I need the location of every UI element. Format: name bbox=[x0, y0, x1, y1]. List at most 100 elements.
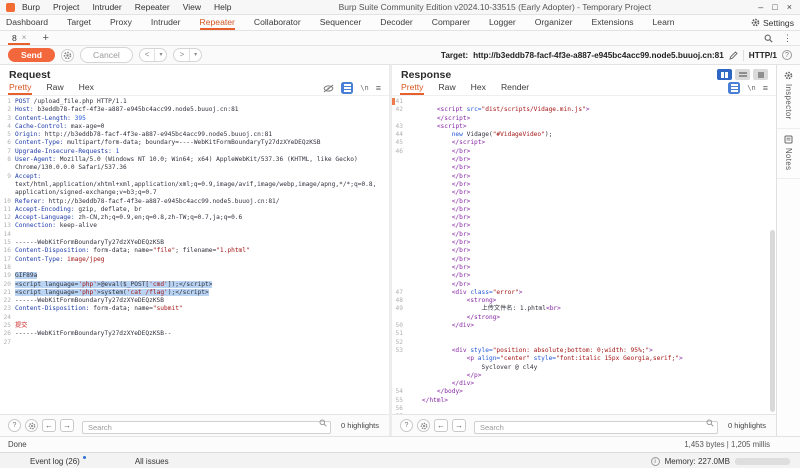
main-tab-organizer[interactable]: Organizer bbox=[535, 15, 573, 30]
main-tab-collaborator[interactable]: Collaborator bbox=[254, 15, 301, 30]
main-tab-extensions[interactable]: Extensions bbox=[591, 15, 633, 30]
info-icon[interactable]: i bbox=[651, 457, 660, 466]
next-match-button[interactable]: → bbox=[60, 419, 74, 432]
line-number bbox=[392, 206, 407, 214]
request-tab-hex[interactable]: Hex bbox=[78, 81, 95, 95]
search-icon[interactable] bbox=[764, 34, 773, 43]
more-options-icon[interactable]: ⋮ bbox=[783, 33, 792, 44]
main-tab-sequencer[interactable]: Sequencer bbox=[320, 15, 362, 30]
line-number: 56 bbox=[392, 405, 407, 413]
pretty-print-toggle-icon[interactable] bbox=[728, 82, 740, 94]
memory-status: i Memory: 227.0MB bbox=[651, 457, 790, 466]
response-editor[interactable]: 4142 <script src="dist/scripts/Vidage.mi… bbox=[392, 96, 776, 414]
menu-project[interactable]: Project bbox=[53, 2, 79, 12]
code-line: 44 new Vidage("#VidageVideo"); bbox=[392, 131, 776, 139]
response-panel: Response PrettyRawHexRender \n ≡ 4142 bbox=[392, 65, 776, 436]
request-tab-pretty[interactable]: Pretty bbox=[8, 81, 32, 95]
request-tab-raw[interactable]: Raw bbox=[45, 81, 64, 95]
line-number bbox=[392, 355, 407, 363]
menu-intruder[interactable]: Intruder bbox=[92, 2, 121, 12]
pretty-print-toggle-icon[interactable] bbox=[341, 82, 353, 94]
newline-toggle-icon[interactable]: \n bbox=[360, 84, 368, 92]
history-back-button[interactable]: < ▾ bbox=[139, 48, 168, 62]
code-line: </p> bbox=[392, 372, 776, 380]
code-line: 13Connection: keep-alive bbox=[0, 222, 389, 230]
layout-single-button[interactable] bbox=[753, 69, 768, 80]
code-line: </br> bbox=[392, 214, 776, 222]
line-number: 14 bbox=[0, 231, 15, 239]
main-tab-comparer[interactable]: Comparer bbox=[432, 15, 470, 30]
hide-nonprintable-icon[interactable] bbox=[323, 84, 334, 93]
request-editor[interactable]: 1POST /upload_file.php HTTP/1.12Host: b3… bbox=[0, 96, 389, 414]
minimize-button[interactable]: – bbox=[758, 1, 763, 14]
newline-toggle-icon[interactable]: \n bbox=[747, 84, 755, 92]
main-tab-dashboard[interactable]: Dashboard bbox=[6, 15, 48, 30]
search-settings-icon[interactable] bbox=[417, 419, 430, 432]
response-tab-pretty[interactable]: Pretty bbox=[400, 81, 424, 95]
main-tab-decoder[interactable]: Decoder bbox=[380, 15, 412, 30]
request-search-input[interactable] bbox=[82, 421, 331, 434]
repeater-tab[interactable]: 8 × bbox=[8, 32, 30, 45]
layout-columns-button[interactable] bbox=[717, 69, 732, 80]
search-help-icon[interactable]: ? bbox=[8, 419, 21, 432]
inspector-label: Inspector bbox=[784, 84, 793, 120]
response-tab-hex[interactable]: Hex bbox=[470, 81, 487, 95]
search-settings-icon[interactable] bbox=[25, 419, 38, 432]
http-version-selector[interactable]: HTTP/1 bbox=[749, 51, 777, 60]
line-number: 57 bbox=[392, 413, 407, 414]
settings-label: Settings bbox=[763, 18, 794, 28]
code-line: </br> bbox=[392, 272, 776, 280]
main-tab-proxy[interactable]: Proxy bbox=[110, 15, 132, 30]
notes-tab[interactable]: Notes bbox=[777, 129, 800, 179]
request-status: Done bbox=[8, 440, 27, 449]
event-log-button[interactable]: Event log (26) bbox=[30, 457, 80, 466]
close-button[interactable]: × bbox=[787, 1, 792, 14]
prev-match-button[interactable]: ← bbox=[42, 419, 56, 432]
line-number bbox=[0, 181, 15, 189]
menu-view[interactable]: View bbox=[183, 2, 201, 12]
line-number: 4 bbox=[0, 123, 15, 131]
add-tab-button[interactable]: + bbox=[42, 32, 48, 44]
history-forward-button[interactable]: > ▾ bbox=[173, 48, 202, 62]
editor-menu-icon[interactable]: ≡ bbox=[763, 83, 768, 93]
code-line: 56 bbox=[392, 405, 776, 413]
code-line: </br> bbox=[392, 247, 776, 255]
code-line: 43 <script> bbox=[392, 123, 776, 131]
help-icon[interactable]: ? bbox=[782, 50, 792, 60]
code-line: </br> bbox=[392, 173, 776, 181]
response-tab-render[interactable]: Render bbox=[500, 81, 530, 95]
main-tab-repeater[interactable]: Repeater bbox=[200, 15, 235, 30]
close-tab-icon[interactable]: × bbox=[22, 33, 27, 42]
chevron-down-icon[interactable]: ▾ bbox=[154, 49, 166, 61]
line-number: 46 bbox=[392, 148, 407, 156]
all-issues-button[interactable]: All issues bbox=[135, 457, 169, 466]
maximize-button[interactable]: □ bbox=[772, 1, 777, 14]
response-scrollbar[interactable] bbox=[770, 230, 775, 412]
prev-match-button[interactable]: ← bbox=[434, 419, 448, 432]
chevron-down-icon[interactable]: ▾ bbox=[189, 49, 201, 61]
edit-target-icon[interactable] bbox=[729, 51, 738, 60]
send-settings-button[interactable] bbox=[61, 49, 74, 62]
search-help-icon[interactable]: ? bbox=[400, 419, 413, 432]
main-tab-target[interactable]: Target bbox=[67, 15, 91, 30]
inspector-tab[interactable]: Inspector bbox=[777, 65, 800, 129]
divider bbox=[743, 50, 744, 61]
code-line: 45 </script> bbox=[392, 139, 776, 147]
layout-rows-button[interactable] bbox=[735, 69, 750, 80]
next-match-button[interactable]: → bbox=[452, 419, 466, 432]
code-line: 10Referer: http://b3eddb78-facf-4f3e-a88… bbox=[0, 198, 389, 206]
editor-menu-icon[interactable]: ≡ bbox=[376, 83, 381, 93]
menu-repeater[interactable]: Repeater bbox=[135, 2, 170, 12]
response-search-input[interactable] bbox=[474, 421, 718, 434]
response-tab-raw[interactable]: Raw bbox=[437, 81, 456, 95]
line-number: 3 bbox=[0, 115, 15, 123]
cancel-button[interactable]: Cancel bbox=[80, 47, 133, 63]
main-tab-learn[interactable]: Learn bbox=[653, 15, 675, 30]
main-tab-intruder[interactable]: Intruder bbox=[151, 15, 181, 30]
settings-button[interactable]: Settings bbox=[751, 18, 794, 28]
line-number bbox=[392, 256, 407, 264]
menu-burp[interactable]: Burp bbox=[22, 2, 40, 12]
main-tab-logger[interactable]: Logger bbox=[489, 15, 516, 30]
send-button[interactable]: Send bbox=[8, 48, 55, 62]
menu-help[interactable]: Help bbox=[214, 2, 231, 12]
